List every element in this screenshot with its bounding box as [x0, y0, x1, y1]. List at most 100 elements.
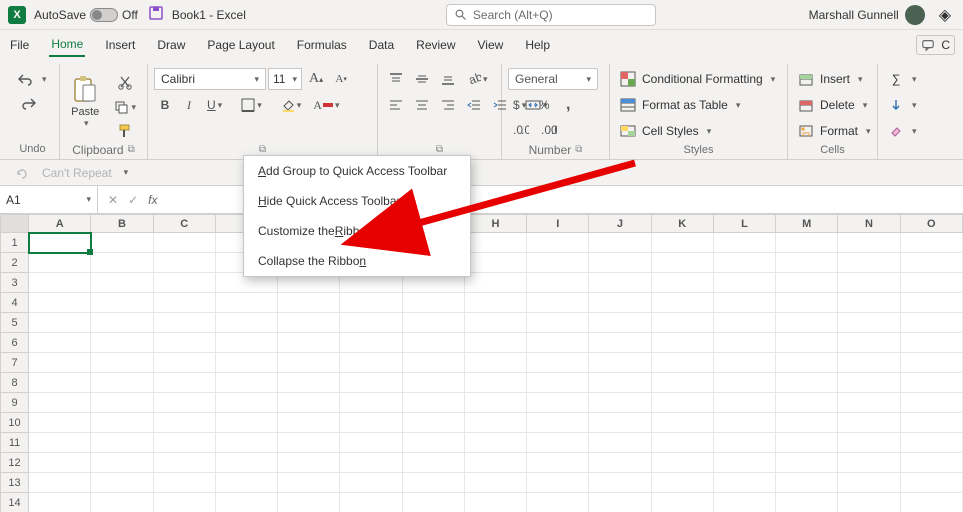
cell[interactable]: [215, 433, 277, 453]
cell[interactable]: [713, 313, 775, 333]
tab-help[interactable]: Help: [523, 34, 552, 56]
column-header[interactable]: O: [900, 215, 962, 233]
conditional-formatting-button[interactable]: Conditional Formatting▾: [616, 68, 779, 90]
number-format-combo[interactable]: General▾: [508, 68, 598, 90]
row-header[interactable]: 8: [1, 373, 29, 393]
cell[interactable]: [838, 253, 900, 273]
autosave-toggle[interactable]: AutoSave Off: [34, 8, 138, 22]
format-as-table-button[interactable]: Format as Table▾: [616, 94, 779, 116]
italic-button[interactable]: I: [178, 94, 200, 116]
cell[interactable]: [713, 493, 775, 512]
redo-button[interactable]: [12, 92, 47, 114]
cell[interactable]: [464, 473, 526, 493]
cell[interactable]: [29, 313, 91, 333]
cell[interactable]: [464, 493, 526, 512]
cell[interactable]: [527, 473, 589, 493]
cell[interactable]: [402, 493, 464, 512]
cell[interactable]: [29, 273, 91, 293]
cell[interactable]: [713, 393, 775, 413]
row-header[interactable]: 2: [1, 253, 29, 273]
cell[interactable]: [340, 493, 402, 512]
cell-styles-button[interactable]: Cell Styles▾: [616, 120, 779, 142]
cell[interactable]: [153, 333, 215, 353]
cell[interactable]: [651, 273, 713, 293]
column-header[interactable]: M: [776, 215, 838, 233]
cell[interactable]: [29, 373, 91, 393]
cell[interactable]: [527, 273, 589, 293]
cell[interactable]: [713, 253, 775, 273]
cell[interactable]: [527, 413, 589, 433]
cell[interactable]: [527, 293, 589, 313]
fill-color-button[interactable]: ▾: [276, 94, 307, 116]
row-header[interactable]: 14: [1, 493, 29, 512]
align-left-button[interactable]: [384, 94, 408, 116]
cell[interactable]: [29, 433, 91, 453]
tab-review[interactable]: Review: [414, 34, 457, 56]
cell[interactable]: [91, 493, 153, 512]
cell[interactable]: [776, 473, 838, 493]
tab-home[interactable]: Home: [49, 33, 85, 57]
cell[interactable]: [589, 393, 651, 413]
cell[interactable]: [838, 313, 900, 333]
cell[interactable]: [464, 453, 526, 473]
cell[interactable]: [91, 333, 153, 353]
comma-style-button[interactable]: ,: [557, 94, 579, 116]
chevron-down-icon[interactable]: ▾: [42, 74, 47, 85]
cell[interactable]: [402, 333, 464, 353]
cell[interactable]: [29, 253, 91, 273]
cell[interactable]: [464, 273, 526, 293]
cell[interactable]: [589, 453, 651, 473]
cell[interactable]: [589, 473, 651, 493]
copy-button[interactable]: ▾: [108, 96, 141, 118]
cell[interactable]: [402, 453, 464, 473]
cell[interactable]: [527, 313, 589, 333]
cell[interactable]: [900, 373, 962, 393]
chevron-down-icon[interactable]: ▾: [124, 167, 129, 178]
row-header[interactable]: 11: [1, 433, 29, 453]
cell[interactable]: [340, 373, 402, 393]
cell[interactable]: [651, 493, 713, 512]
cell[interactable]: [215, 293, 277, 313]
cell[interactable]: [153, 253, 215, 273]
dialog-launcher-icon[interactable]: ⧉: [436, 144, 443, 155]
cell[interactable]: [651, 293, 713, 313]
fill-handle[interactable]: [87, 249, 93, 255]
cell[interactable]: [278, 433, 340, 453]
cell[interactable]: [589, 253, 651, 273]
cell[interactable]: [340, 473, 402, 493]
cell[interactable]: [340, 393, 402, 413]
cell[interactable]: [215, 413, 277, 433]
cell[interactable]: [776, 393, 838, 413]
cell[interactable]: [713, 233, 775, 253]
cut-button[interactable]: [108, 72, 141, 94]
paste-button[interactable]: Paste ▾: [66, 68, 104, 134]
decrease-font-button[interactable]: A▾: [330, 68, 352, 90]
cell[interactable]: [776, 293, 838, 313]
cell[interactable]: [651, 373, 713, 393]
cell[interactable]: [651, 333, 713, 353]
cell[interactable]: [589, 293, 651, 313]
cell[interactable]: [589, 493, 651, 512]
cell[interactable]: [91, 233, 153, 253]
cell[interactable]: [29, 473, 91, 493]
insert-cells-button[interactable]: Insert▾: [794, 68, 875, 90]
format-painter-button[interactable]: [108, 120, 141, 142]
cell[interactable]: [651, 353, 713, 373]
row-header[interactable]: 9: [1, 393, 29, 413]
search-box[interactable]: Search (Alt+Q): [446, 4, 656, 26]
cell[interactable]: [589, 233, 651, 253]
cell[interactable]: [29, 413, 91, 433]
cell[interactable]: [29, 493, 91, 512]
cell[interactable]: [153, 453, 215, 473]
cell[interactable]: [651, 393, 713, 413]
tab-file[interactable]: File: [8, 34, 31, 56]
font-name-combo[interactable]: Calibri▾: [154, 68, 266, 90]
cell[interactable]: [651, 313, 713, 333]
cell[interactable]: [776, 273, 838, 293]
cell[interactable]: [153, 433, 215, 453]
cell[interactable]: [340, 453, 402, 473]
row-header[interactable]: 3: [1, 273, 29, 293]
cell[interactable]: [278, 453, 340, 473]
cell[interactable]: [153, 353, 215, 373]
cell[interactable]: [838, 353, 900, 373]
